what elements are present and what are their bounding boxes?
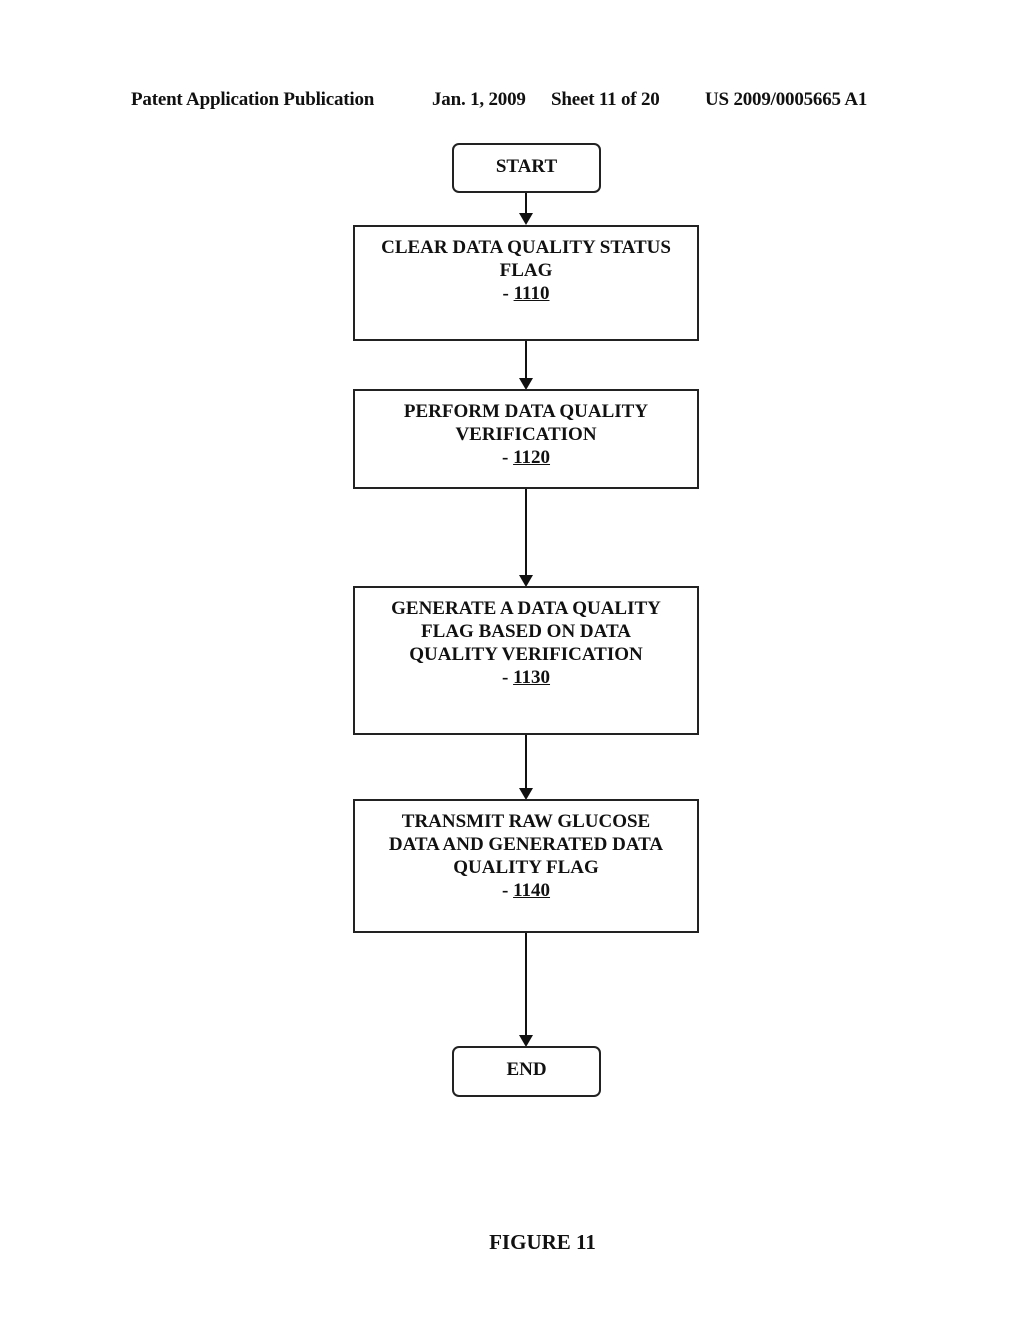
connector-1110-1120 bbox=[525, 341, 527, 379]
end-label: END bbox=[506, 1059, 547, 1080]
step-text-line: QUALITY FLAG bbox=[453, 857, 599, 878]
step-text-line: CLEAR DATA QUALITY STATUS bbox=[381, 237, 671, 258]
header-publication: Patent Application Publication bbox=[131, 89, 375, 110]
step-ref: - 1120 bbox=[501, 447, 551, 468]
step-1110-box: CLEAR DATA QUALITY STATUS FLAG - 1110 bbox=[353, 225, 699, 341]
header-sheet: Sheet 11 of 20 bbox=[551, 89, 660, 110]
step-text-line: QUALITY VERIFICATION bbox=[409, 644, 643, 665]
step-text-line: GENERATE A DATA QUALITY bbox=[391, 598, 661, 619]
header-patent-number: US 2009/0005665 A1 bbox=[705, 89, 868, 110]
step-text-line: VERIFICATION bbox=[455, 424, 597, 445]
connector-1130-1140 bbox=[525, 735, 527, 789]
connector-1120-1130 bbox=[525, 489, 527, 576]
connector-start-1110 bbox=[525, 193, 527, 215]
step-text-line: PERFORM DATA QUALITY bbox=[403, 401, 649, 422]
step-text-line: DATA AND GENERATED DATA bbox=[388, 834, 664, 855]
step-1130-box: GENERATE A DATA QUALITY FLAG BASED ON DA… bbox=[353, 586, 699, 735]
step-ref-number: 1140 bbox=[513, 880, 551, 901]
step-text-line: FLAG bbox=[499, 260, 553, 281]
step-text-line: FLAG BASED ON DATA bbox=[421, 621, 631, 642]
step-ref: - 1130 bbox=[501, 667, 551, 688]
header-date: Jan. 1, 2009 bbox=[432, 89, 526, 110]
connector-1140-end bbox=[525, 933, 527, 1036]
step-ref: - 1140 bbox=[501, 880, 551, 901]
start-terminal: START bbox=[452, 143, 601, 193]
arrowhead-icon bbox=[519, 213, 533, 225]
start-label: START bbox=[495, 156, 558, 177]
step-ref: - 1110 bbox=[502, 283, 550, 304]
figure-caption: FIGURE 11 bbox=[489, 1230, 596, 1254]
step-1140-box: TRANSMIT RAW GLUCOSE DATA AND GENERATED … bbox=[353, 799, 699, 933]
step-ref-number: 1130 bbox=[513, 667, 551, 688]
end-terminal: END bbox=[452, 1046, 601, 1097]
step-text-line: TRANSMIT RAW GLUCOSE bbox=[401, 811, 651, 832]
step-ref-number: 1110 bbox=[513, 283, 550, 304]
step-1120-box: PERFORM DATA QUALITY VERIFICATION - 1120 bbox=[353, 389, 699, 489]
step-ref-number: 1120 bbox=[513, 447, 551, 468]
